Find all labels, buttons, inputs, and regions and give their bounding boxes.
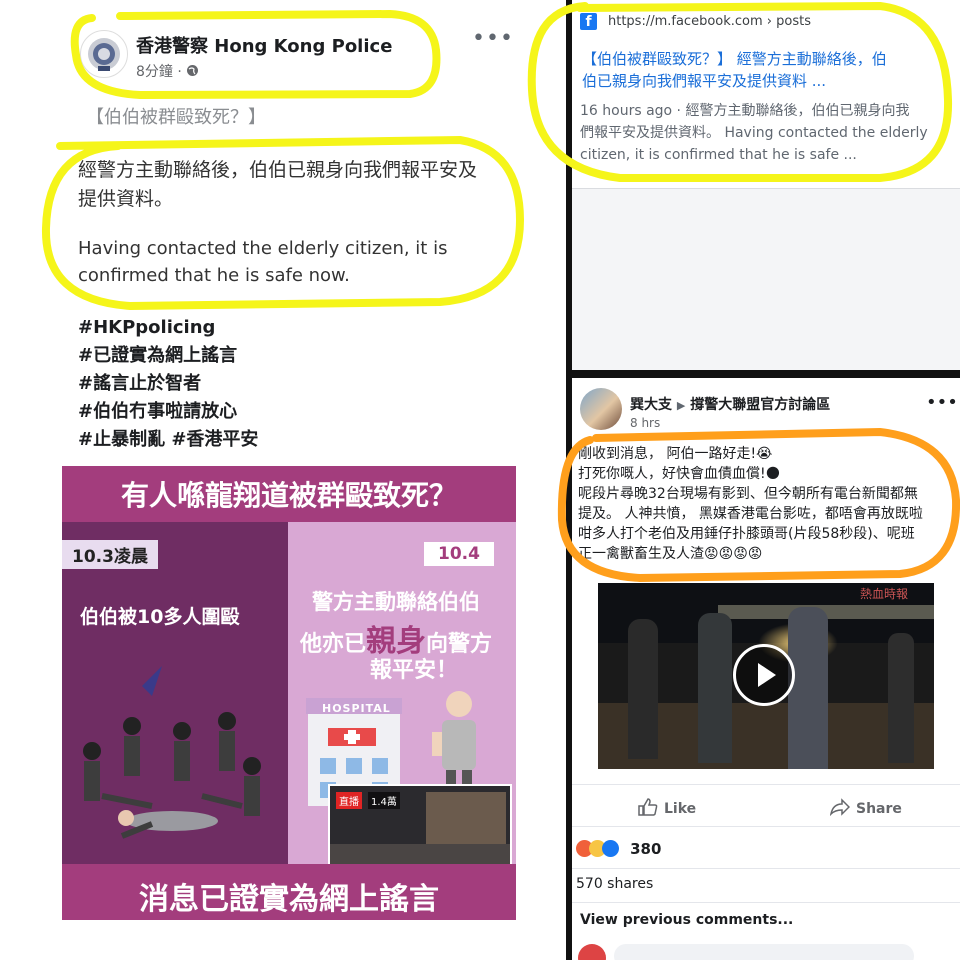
- reactions-summary[interactable]: 380: [576, 838, 661, 858]
- group-post-panel: 巽大支 ▶ 撐警大聯盟官方討論區 8 hrs ••• 剛收到消息， 阿伯一路好走…: [572, 378, 960, 960]
- post-line: 打死你嘅人，好快會血債血償!🌑: [578, 466, 781, 482]
- body-zh-line: 經警方主動聯絡後，伯伯已親身向我們報平安及: [78, 159, 478, 181]
- page-avatar[interactable]: [80, 30, 128, 78]
- like-label: Like: [664, 801, 697, 817]
- result-snippet-line: citizen, it is confirmed that he is safe…: [580, 147, 857, 163]
- commenter-avatar: [578, 944, 606, 960]
- video-figure: [698, 613, 732, 763]
- result-snippet: 16 hours ago · 經警方主動聯絡後，伯伯已親身向我 們報平安及提供資…: [580, 100, 928, 166]
- comment-bubble: [614, 944, 914, 960]
- thumbs-up-icon: [638, 798, 658, 816]
- post-body-zh: 經警方主動聯絡後，伯伯已親身向我們報平安及 提供資料。: [78, 156, 477, 214]
- arrow-right-icon: ▶: [676, 399, 686, 412]
- author-avatar[interactable]: [580, 388, 622, 430]
- globe-icon: [187, 65, 199, 76]
- poster-right-line1: 警方主動聯絡伯伯: [312, 590, 480, 614]
- shares-count[interactable]: 570 shares: [576, 876, 653, 892]
- post-time: 8分鐘 ·: [136, 61, 199, 81]
- divider: [572, 868, 960, 869]
- poster-footer: 消息已證實為網上謠言: [139, 882, 439, 917]
- hashtag[interactable]: #伯伯冇事啦請放心: [78, 398, 258, 426]
- share-arrow-icon: [829, 798, 851, 817]
- video-figure: [628, 619, 658, 759]
- like-reaction-icon: [602, 840, 619, 857]
- hospital-sign: HOSPITAL: [322, 702, 391, 715]
- facebook-icon: f: [580, 13, 597, 30]
- live-badge: 直播: [336, 792, 362, 809]
- divider: [572, 902, 960, 903]
- group-post-text: 剛收到消息， 阿伯一路好走!😭 打死你嘅人，好快會血債血償!🌑 呢段片尋晚32台…: [578, 444, 956, 564]
- poster-right-line3: 報平安！: [370, 658, 459, 683]
- hashtag-list: #HKPpolicing #已證實為網上謠言 #謠言止於智者 #伯伯冇事啦請放心…: [78, 314, 258, 454]
- post-time-text: 8分鐘 ·: [136, 64, 187, 80]
- result-title[interactable]: 【伯伯被群毆致死？】 經警方主動聯絡後，伯 伯已親身向我們報平安及提供資料 ..…: [582, 48, 887, 92]
- result-title-line: 【伯伯被群毆致死？】 經警方主動聯絡後，伯: [582, 50, 887, 68]
- post-line: 正一禽獸畜生及人渣😡😡😡😡: [578, 546, 763, 562]
- result-title-line: 伯已親身向我們報平安及提供資料 ...: [582, 72, 827, 90]
- post-line: 剛收到消息， 阿伯一路好走!😭: [578, 446, 773, 462]
- hashtag[interactable]: #已證實為網上謠言: [78, 342, 258, 370]
- police-badge-icon: [88, 38, 120, 71]
- post-title-partial: 【伯伯被群毆致死？】: [86, 107, 266, 128]
- embedded-video[interactable]: 熱血時報: [598, 583, 934, 769]
- hkpolice-post-panel: 香港警察 Hong Kong Police 8分鐘 · ••• 【伯伯被群毆致死…: [0, 0, 566, 960]
- search-result-panel: f https://m.facebook.com › posts 【伯伯被群毆致…: [572, 0, 960, 370]
- poster-left-caption: 伯伯被10多人圍毆: [80, 606, 240, 628]
- post-line: 咁多人打个老伯及用錘仔扑膝頭哥(片段58秒段)、呢班: [578, 526, 915, 542]
- group-post-time: 8 hrs: [630, 416, 661, 430]
- video-figure: [888, 633, 914, 763]
- video-watermark: 熱血時報: [860, 587, 909, 601]
- divider: [572, 784, 960, 785]
- group-name[interactable]: 撐警大聯盟官方討論區: [690, 397, 830, 413]
- post-author-line: 巽大支 ▶ 撐警大聯盟官方討論區: [630, 394, 830, 414]
- body-zh-line: 提供資料。: [78, 188, 174, 210]
- post-image-poster[interactable]: 有人喺龍翔道被群毆致死？ 10.3凌晨 伯伯被10多人圍毆 10.4 警方主動聯…: [62, 466, 516, 920]
- post-line: 呢段片尋晚32台現場有影到、但今朝所有電台新聞都無: [578, 486, 918, 502]
- share-button[interactable]: Share: [829, 798, 902, 817]
- body-en-line: Having contacted the elderly citizen, it…: [78, 238, 448, 259]
- post-body-en: Having contacted the elderly citizen, it…: [78, 235, 447, 289]
- page-name[interactable]: 香港警察 Hong Kong Police: [136, 32, 392, 58]
- more-options-icon[interactable]: •••: [472, 26, 514, 51]
- poster-right-date: 10.4: [424, 542, 494, 566]
- building: [426, 792, 506, 844]
- result-snippet-line: 16 hours ago · 經警方主動聯絡後，伯伯已親身向我: [580, 103, 910, 119]
- view-previous-comments[interactable]: View previous comments...: [580, 912, 793, 928]
- body-en-line: confirmed that he is safe now.: [78, 265, 350, 286]
- reaction-count: 380: [630, 839, 662, 858]
- author-name[interactable]: 巽大支: [630, 397, 672, 413]
- result-snippet-line: 們報平安及提供資料。 Having contacted the elderly: [580, 125, 928, 141]
- poster-right-line2-pre: 他亦已: [300, 632, 367, 657]
- share-label: Share: [856, 801, 902, 817]
- view-count: 1.4萬: [368, 792, 400, 809]
- hashtag[interactable]: #HKPpolicing: [78, 314, 258, 342]
- poster-headline: 有人喺龍翔道被群毆致死？: [120, 479, 457, 512]
- video-figure: [788, 607, 828, 769]
- result-url: https://m.facebook.com › posts: [608, 14, 811, 29]
- hashtag[interactable]: #謠言止於智者: [78, 370, 258, 398]
- attack-illustration: [83, 666, 261, 839]
- hashtag[interactable]: #止暴制亂 #香港平安: [78, 426, 258, 454]
- divider: [572, 826, 960, 827]
- play-button[interactable]: [733, 644, 795, 706]
- post-line: 提及。 人神共憤， 黑媒香港電台影咗，都唔會再放既啦: [578, 506, 923, 522]
- like-button[interactable]: Like: [638, 798, 696, 817]
- play-icon: [758, 663, 776, 687]
- more-options-icon[interactable]: •••: [926, 392, 958, 413]
- poster-left-date: 10.3凌晨: [62, 540, 158, 569]
